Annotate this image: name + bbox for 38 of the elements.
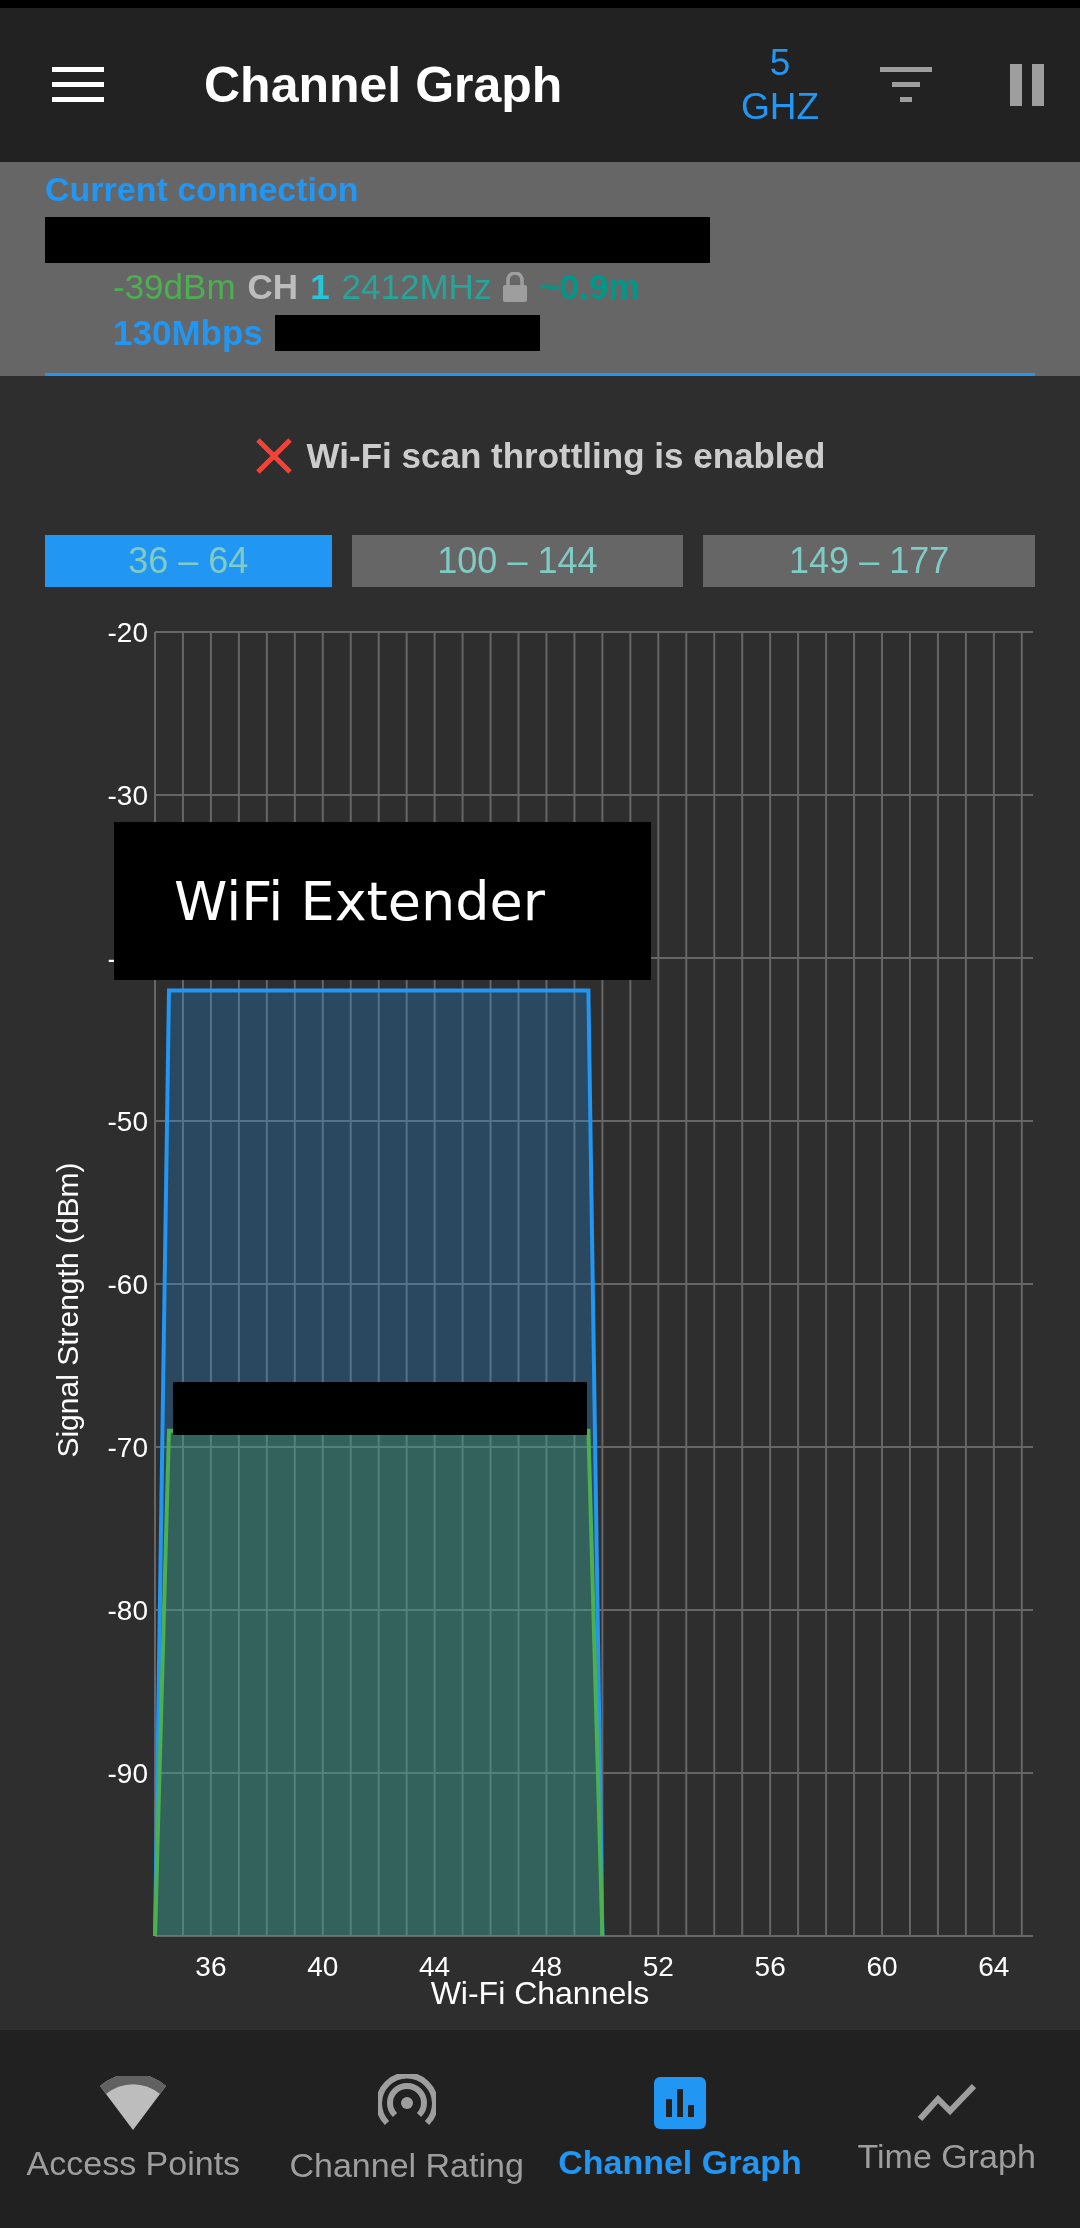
channel-range-tab[interactable]: 149 – 177 xyxy=(703,535,1035,587)
link-speed: 130Mbps xyxy=(113,313,263,353)
label-box: WiFi Extender xyxy=(114,822,651,980)
y-tick-label: -80 xyxy=(107,1595,148,1626)
y-tick-label: -90 xyxy=(107,1758,148,1789)
y-tick-label: -50 xyxy=(107,1106,148,1137)
lock-icon xyxy=(503,272,528,302)
bottom-nav-item[interactable]: Channel Graph xyxy=(546,2030,814,2228)
frequency: 2412MHz xyxy=(341,267,492,307)
signal-strength: -39dBm xyxy=(113,267,236,307)
x-tick-label: 40 xyxy=(307,1951,339,1982)
band-button[interactable]: 5 GHZ xyxy=(740,40,820,130)
bottom-nav-item[interactable]: Access Points xyxy=(0,2030,267,2228)
bottom-nav-item[interactable]: Channel Rating xyxy=(266,2030,547,2228)
channel-number: 1 xyxy=(310,267,330,307)
distance: ~0.9m xyxy=(539,267,640,307)
bar-chart-icon xyxy=(654,2076,706,2129)
y-tick-label: -60 xyxy=(107,1269,148,1300)
pause-button[interactable] xyxy=(1010,64,1044,106)
close-icon xyxy=(254,436,293,475)
bottom-nav-item[interactable]: Time Graph xyxy=(813,2030,1080,2228)
channel-range-tab[interactable]: 100 – 144 xyxy=(351,535,684,587)
x-tick-label: 60 xyxy=(866,1951,898,1982)
channel-label: CH xyxy=(247,267,299,307)
y-tick-label: -70 xyxy=(107,1432,148,1463)
x-tick-label: 56 xyxy=(754,1951,786,1982)
trend-line-icon xyxy=(917,2082,976,2123)
warning-message: Wi-Fi scan throttling is enabled xyxy=(306,435,826,476)
screen-title: Channel Graph xyxy=(204,56,564,114)
menu-button[interactable] xyxy=(52,65,104,105)
y-tick-label: -20 xyxy=(107,617,148,648)
filter-button[interactable] xyxy=(880,67,932,103)
y-axis-title: Signal Strength (dBm) xyxy=(51,1162,84,1458)
y-tick-label: -30 xyxy=(107,780,148,811)
x-tick-label: 64 xyxy=(978,1951,1010,1982)
wifi-icon xyxy=(100,2075,167,2130)
x-tick-label: 36 xyxy=(195,1951,227,1982)
section-heading: Current connection xyxy=(45,170,360,209)
